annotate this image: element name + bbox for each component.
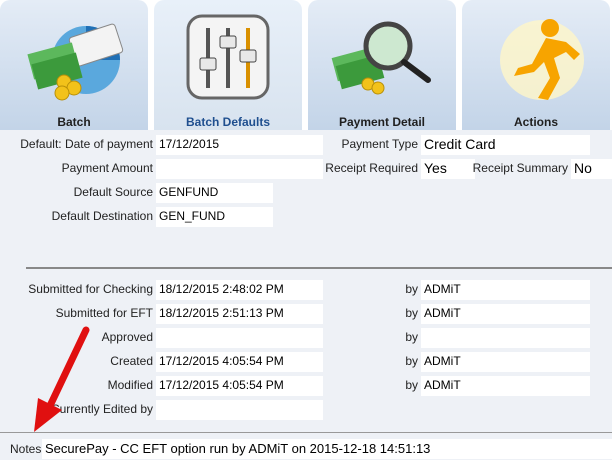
by-label: by	[405, 378, 418, 392]
submitted-checking-label: Submitted for Checking	[28, 282, 153, 296]
submitted-eft-field[interactable]: 18/12/2015 2:51:13 PM	[156, 304, 323, 324]
modified-by-field[interactable]: ADMiT	[421, 376, 590, 396]
submitted-checking-field[interactable]: 18/12/2015 2:48:02 PM	[156, 280, 323, 300]
approved-field[interactable]	[156, 328, 323, 348]
created-field[interactable]: 17/12/2015 4:05:54 PM	[156, 352, 323, 372]
tab-label: Batch Defaults	[185, 115, 271, 129]
notes-label: Notes	[10, 442, 42, 456]
tab-strip: Batch Batch Defaults Payment Detail Acti…	[0, 0, 612, 130]
currently-edited-label: Currently Edited by	[50, 402, 153, 416]
modified-label: Modified	[107, 378, 153, 392]
receipt-summary-field[interactable]: No	[571, 159, 612, 179]
modified-field[interactable]: 17/12/2015 4:05:54 PM	[156, 376, 323, 396]
tab-label: Payment Detail	[338, 115, 426, 129]
payment-type-label: Payment Type	[341, 137, 419, 151]
notes-field[interactable]: SecurePay - CC EFT option run by ADMiT o…	[42, 439, 612, 459]
currently-edited-field[interactable]	[156, 400, 323, 420]
receipt-required-field[interactable]: Yes	[421, 159, 475, 179]
approved-label: Approved	[101, 330, 153, 344]
payment-type-field[interactable]: Credit Card	[421, 135, 590, 155]
tab-batch-defaults[interactable]: Batch Defaults	[154, 0, 302, 130]
magnifier-icon	[331, 21, 431, 95]
submitted-checking-by-field[interactable]: ADMiT	[421, 280, 590, 300]
tab-label: Actions	[513, 115, 558, 129]
tab-batch[interactable]: Batch	[0, 0, 148, 130]
created-by-field[interactable]: ADMiT	[421, 352, 590, 372]
receipt-required-label: Receipt Required	[325, 161, 418, 175]
tab-payment-detail[interactable]: Payment Detail	[308, 0, 456, 130]
batch-icon	[27, 23, 124, 101]
tab-label: Batch	[57, 115, 91, 129]
running-man-icon	[500, 19, 584, 100]
notes-divider	[0, 432, 612, 433]
default-destination-label: Default Destination	[51, 209, 153, 223]
submitted-eft-label: Submitted for EFT	[55, 306, 153, 320]
payment-amount-label: Payment Amount	[61, 161, 153, 175]
payment-amount-field[interactable]	[156, 159, 323, 179]
submitted-eft-by-field[interactable]: ADMiT	[421, 304, 590, 324]
default-destination-field[interactable]: GEN_FUND	[156, 207, 273, 227]
date-of-payment-label: Default: Date of payment	[20, 137, 153, 151]
receipt-summary-label: Receipt Summary	[472, 161, 568, 175]
section-divider	[26, 267, 612, 269]
by-label: by	[405, 282, 418, 296]
by-label: by	[405, 354, 418, 368]
approved-by-field[interactable]	[421, 328, 590, 348]
by-label: by	[405, 306, 418, 320]
tab-actions[interactable]: Actions	[462, 0, 610, 130]
default-source-field[interactable]: GENFUND	[156, 183, 273, 203]
by-label: by	[405, 330, 418, 344]
date-of-payment-field[interactable]: 17/12/2015	[156, 135, 323, 155]
sliders-icon	[186, 14, 270, 100]
default-source-label: Default Source	[73, 185, 153, 199]
created-label: Created	[110, 354, 153, 368]
